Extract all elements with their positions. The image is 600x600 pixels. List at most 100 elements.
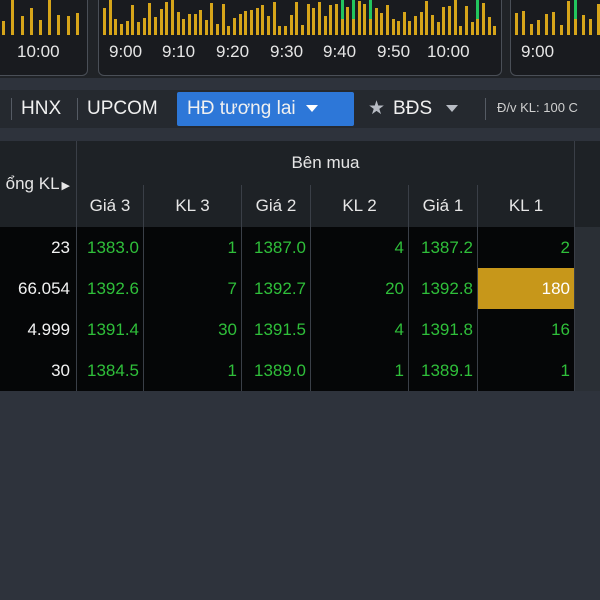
chart-card-right[interactable]: 9:00 bbox=[510, 0, 600, 76]
volume-bar bbox=[581, 15, 585, 35]
mini-charts-strip: 10:00 9:00 9:10 9:20 9:30 9:40 9:50 10:0… bbox=[0, 0, 600, 78]
price-spike-mark bbox=[476, 0, 480, 19]
volume-bar bbox=[414, 16, 418, 35]
bid-volume-cell[interactable]: 1 bbox=[143, 350, 241, 391]
volume-bar bbox=[170, 0, 174, 35]
volume-bar bbox=[193, 14, 197, 35]
bid-price-cell[interactable]: 1392.7 bbox=[241, 268, 310, 309]
volume-bar bbox=[11, 0, 15, 35]
bid-volume-cell[interactable]: 7 bbox=[143, 268, 241, 309]
table-row[interactable]: 23 1383.0 1 1387.0 4 1387.2 2 bbox=[0, 227, 600, 268]
column-header-kl1[interactable]: KL 1 bbox=[477, 185, 574, 227]
bid-volume-cell[interactable]: 180 bbox=[477, 268, 574, 309]
volume-bar bbox=[153, 17, 157, 35]
volume-bar bbox=[397, 21, 401, 35]
bid-price-cell[interactable]: 1391.8 bbox=[408, 309, 477, 350]
star-icon[interactable]: ★ bbox=[368, 92, 385, 126]
volume-bar bbox=[529, 24, 533, 35]
volume-bar bbox=[244, 11, 248, 35]
volume-bar bbox=[544, 14, 548, 35]
time-label: 9:10 bbox=[162, 42, 196, 61]
bid-volume-cell[interactable]: 20 bbox=[310, 268, 408, 309]
volume-bar bbox=[482, 3, 486, 35]
volume-bar bbox=[459, 26, 463, 35]
bid-volume-cell[interactable]: 1 bbox=[143, 227, 241, 268]
bid-volume-cell[interactable]: 1 bbox=[310, 350, 408, 391]
volume-bar bbox=[284, 26, 288, 35]
volume-bar bbox=[238, 14, 242, 35]
volume-bar bbox=[425, 1, 429, 35]
volume-bar bbox=[493, 26, 497, 35]
bid-volume-cell[interactable]: 1 bbox=[477, 350, 574, 391]
bid-volume-cell[interactable]: 4 bbox=[310, 309, 408, 350]
tab-label: HĐ tương lai bbox=[187, 98, 296, 119]
volume-bar bbox=[329, 5, 333, 35]
volume-bar bbox=[453, 0, 457, 35]
volume-bar bbox=[182, 19, 186, 35]
bid-price-cell[interactable]: 1389.0 bbox=[241, 350, 310, 391]
price-spike-mark bbox=[351, 0, 355, 19]
time-label: 9:40 bbox=[323, 42, 357, 61]
table-row[interactable]: 30 1384.5 1 1389.0 1 1389.1 1 bbox=[0, 350, 600, 391]
bid-price-cell[interactable]: 1383.0 bbox=[76, 227, 143, 268]
volume-bar bbox=[136, 22, 140, 35]
volume-bar bbox=[552, 12, 556, 35]
time-label: 9:00 bbox=[521, 42, 555, 61]
volume-bar bbox=[187, 14, 191, 35]
column-header-gia2[interactable]: Giá 2 bbox=[241, 185, 310, 227]
bid-price-cell[interactable]: 1384.5 bbox=[76, 350, 143, 391]
column-header-gia3[interactable]: Giá 3 bbox=[76, 185, 143, 227]
table-row[interactable]: 66.054 1392.6 7 1392.7 20 1392.8 180 bbox=[0, 268, 600, 309]
tab-real-estate[interactable]: ★ BĐS bbox=[362, 92, 464, 126]
bid-price-cell[interactable]: 1391.5 bbox=[241, 309, 310, 350]
bid-volume-cell[interactable]: 4 bbox=[310, 227, 408, 268]
volume-bar bbox=[487, 17, 491, 35]
volume-bar bbox=[125, 21, 129, 35]
volume-bars bbox=[0, 0, 87, 35]
bid-price-cell[interactable]: 1392.6 bbox=[76, 268, 143, 309]
chart-card-main[interactable]: 9:00 9:10 9:20 9:30 9:40 9:50 10:00 bbox=[98, 0, 502, 76]
column-header-gia1[interactable]: Giá 1 bbox=[408, 185, 477, 227]
tab-hnx[interactable]: HNX bbox=[15, 92, 67, 126]
volume-bar bbox=[57, 15, 61, 35]
tab-label: UPCOM bbox=[87, 98, 158, 119]
volume-bar bbox=[431, 15, 435, 35]
bid-price-cell[interactable]: 1387.2 bbox=[408, 227, 477, 268]
volume-bar bbox=[374, 8, 378, 35]
volume-bar bbox=[255, 8, 259, 35]
volume-bar bbox=[20, 16, 24, 35]
table-row[interactable]: 4.999 1391.4 30 1391.5 4 1391.8 16 bbox=[0, 309, 600, 350]
column-header-kl3[interactable]: KL 3 bbox=[143, 185, 241, 227]
bid-volume-cell[interactable]: 16 bbox=[477, 309, 574, 350]
volume-bar bbox=[103, 8, 106, 35]
bid-price-cell[interactable]: 1391.4 bbox=[76, 309, 143, 350]
bid-price-cell[interactable]: 1392.8 bbox=[408, 268, 477, 309]
tab-upcom[interactable]: UPCOM bbox=[81, 92, 164, 126]
tab-futures[interactable]: HĐ tương lai bbox=[177, 92, 354, 126]
total-volume-cell: 23 bbox=[51, 238, 70, 257]
time-label: 9:20 bbox=[216, 42, 250, 61]
bid-volume-cell[interactable]: 2 bbox=[477, 227, 574, 268]
next-column-cell bbox=[574, 350, 600, 391]
volume-bar bbox=[515, 13, 518, 35]
chevron-down-icon bbox=[446, 105, 459, 113]
chart-card-left[interactable]: 10:00 bbox=[0, 0, 88, 76]
volume-bar bbox=[199, 10, 203, 35]
column-header-kl2[interactable]: KL 2 bbox=[310, 185, 408, 227]
bid-volume-cell[interactable]: 30 bbox=[143, 309, 241, 350]
volume-bar bbox=[567, 1, 570, 35]
time-label: 9:50 bbox=[377, 42, 411, 61]
volume-bar bbox=[159, 9, 163, 35]
volume-bar bbox=[227, 26, 231, 35]
bid-price-cell[interactable]: 1389.1 bbox=[408, 350, 477, 391]
column-header-total-volume[interactable]: ổng KL ▶ bbox=[0, 141, 76, 227]
next-column-cell bbox=[574, 309, 600, 350]
volume-bar bbox=[142, 18, 146, 35]
chevron-down-icon bbox=[305, 105, 318, 113]
volume-bar bbox=[48, 0, 52, 35]
bid-price-cell[interactable]: 1387.0 bbox=[241, 227, 310, 268]
volume-bar bbox=[465, 6, 469, 35]
next-column-edge bbox=[574, 141, 600, 227]
market-tabs-bar: HNX UPCOM HĐ tương lai ★ BĐS Đ/v KL: 100 … bbox=[0, 90, 600, 128]
time-label: 9:30 bbox=[270, 42, 304, 61]
